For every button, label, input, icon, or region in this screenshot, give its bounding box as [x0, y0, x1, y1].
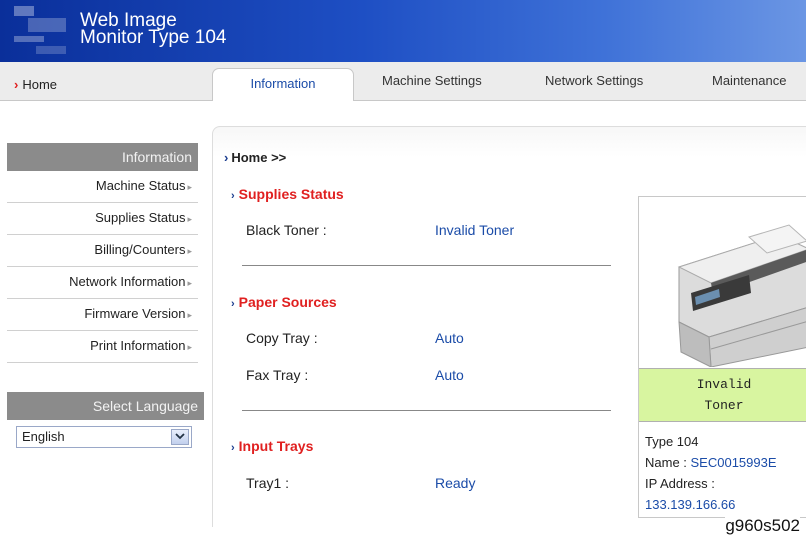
paper-sources-title: › Paper Sources [231, 294, 337, 310]
section-title-text: Paper Sources [238, 294, 337, 310]
tray1-label: Tray1 : [246, 475, 290, 491]
device-name-label: Name : [645, 455, 691, 470]
section-title-text: Supplies Status [238, 186, 344, 202]
home-link-label: Home [22, 77, 58, 92]
section-divider [242, 410, 611, 411]
sidebar-item-label: Network Information [69, 274, 186, 289]
tray1-value: Ready [435, 475, 476, 491]
sidebar-item-machine-status[interactable]: Machine Status ▸ [7, 171, 198, 203]
chevron-right-icon: ▸ [187, 246, 192, 256]
device-ip-value: 133.139.166.66 [645, 497, 736, 512]
app-title-line2: Monitor Type 104 [80, 27, 227, 48]
language-select-value: English [22, 429, 65, 444]
sidebar-item-label: Machine Status [95, 178, 186, 193]
chevron-right-icon: ▸ [187, 182, 192, 192]
section-title-text: Input Trays [238, 438, 314, 454]
chevron-down-icon[interactable] [171, 429, 189, 445]
fax-tray-label: Fax Tray : [246, 367, 309, 383]
device-panel: Invalid Toner Type 104 Name : SEC0015993… [638, 196, 806, 518]
sidebar-item-network-information[interactable]: Network Information ▸ [7, 267, 198, 299]
tab-information[interactable]: Information [212, 68, 354, 101]
sidebar-item-billing-counters[interactable]: Billing/Counters ▸ [7, 235, 198, 267]
tab-machine-settings[interactable]: Machine Settings [382, 73, 482, 88]
app-title: Web Image Monitor Type 104 [80, 11, 227, 48]
copy-tray-label: Copy Tray : [246, 330, 318, 346]
chevron-right-icon: ▸ [187, 214, 192, 224]
home-link[interactable]: › Home [14, 77, 57, 92]
black-toner-value: Invalid Toner [435, 222, 515, 238]
top-nav: › Home Information Machine Settings Netwo… [0, 62, 806, 101]
breadcrumb-text: Home >> [231, 150, 287, 165]
chevron-right-icon: ▸ [187, 310, 192, 320]
app-banner: Web Image Monitor Type 104 [0, 0, 806, 62]
tab-network-settings[interactable]: Network Settings [545, 73, 643, 88]
sidebar: Information Machine Status ▸ Supplies Sta… [7, 143, 198, 363]
logo-icon [14, 6, 66, 54]
sidebar-item-print-information[interactable]: Print Information ▸ [7, 331, 198, 363]
chevron-right-icon: › [14, 77, 19, 92]
language-select[interactable]: English [16, 426, 192, 448]
chevron-right-icon: › [224, 150, 229, 165]
black-toner-label: Black Toner : [246, 222, 327, 238]
status-line1: Invalid [696, 377, 752, 392]
chevron-right-icon: › [231, 442, 235, 454]
chevron-right-icon: › [231, 190, 235, 202]
status-box: Invalid Toner [639, 368, 806, 422]
breadcrumb: › Home >> [224, 150, 286, 165]
language-header: Select Language [7, 392, 204, 420]
supplies-status-title: › Supplies Status [231, 186, 344, 202]
sidebar-item-label: Print Information [90, 338, 186, 353]
figure-caption: g960s502 [725, 516, 800, 536]
tab-maintenance[interactable]: Maintenance [712, 73, 786, 88]
fax-tray-value: Auto [435, 367, 464, 383]
sidebar-item-firmware-version[interactable]: Firmware Version ▸ [7, 299, 198, 331]
chevron-right-icon: › [231, 298, 235, 310]
device-info: Type 104 Name : SEC0015993E IP Address :… [645, 431, 777, 515]
section-divider [242, 265, 611, 266]
copy-tray-value: Auto [435, 330, 464, 346]
printer-image [677, 224, 806, 367]
sidebar-item-label: Firmware Version [84, 306, 186, 321]
device-name-row: Name : SEC0015993E [645, 452, 777, 473]
sidebar-item-label: Supplies Status [95, 210, 186, 225]
input-trays-title: › Input Trays [231, 438, 313, 454]
sidebar-item-label: Billing/Counters [94, 242, 186, 257]
status-line2: Toner [704, 398, 744, 413]
device-model: Type 104 [645, 434, 699, 449]
device-ip-label: IP Address : [645, 476, 715, 491]
sidebar-item-supplies-status[interactable]: Supplies Status ▸ [7, 203, 198, 235]
chevron-right-icon: ▸ [187, 278, 192, 288]
chevron-right-icon: ▸ [187, 342, 192, 352]
device-name-value: SEC0015993E [690, 455, 777, 470]
sidebar-header: Information [7, 143, 198, 171]
